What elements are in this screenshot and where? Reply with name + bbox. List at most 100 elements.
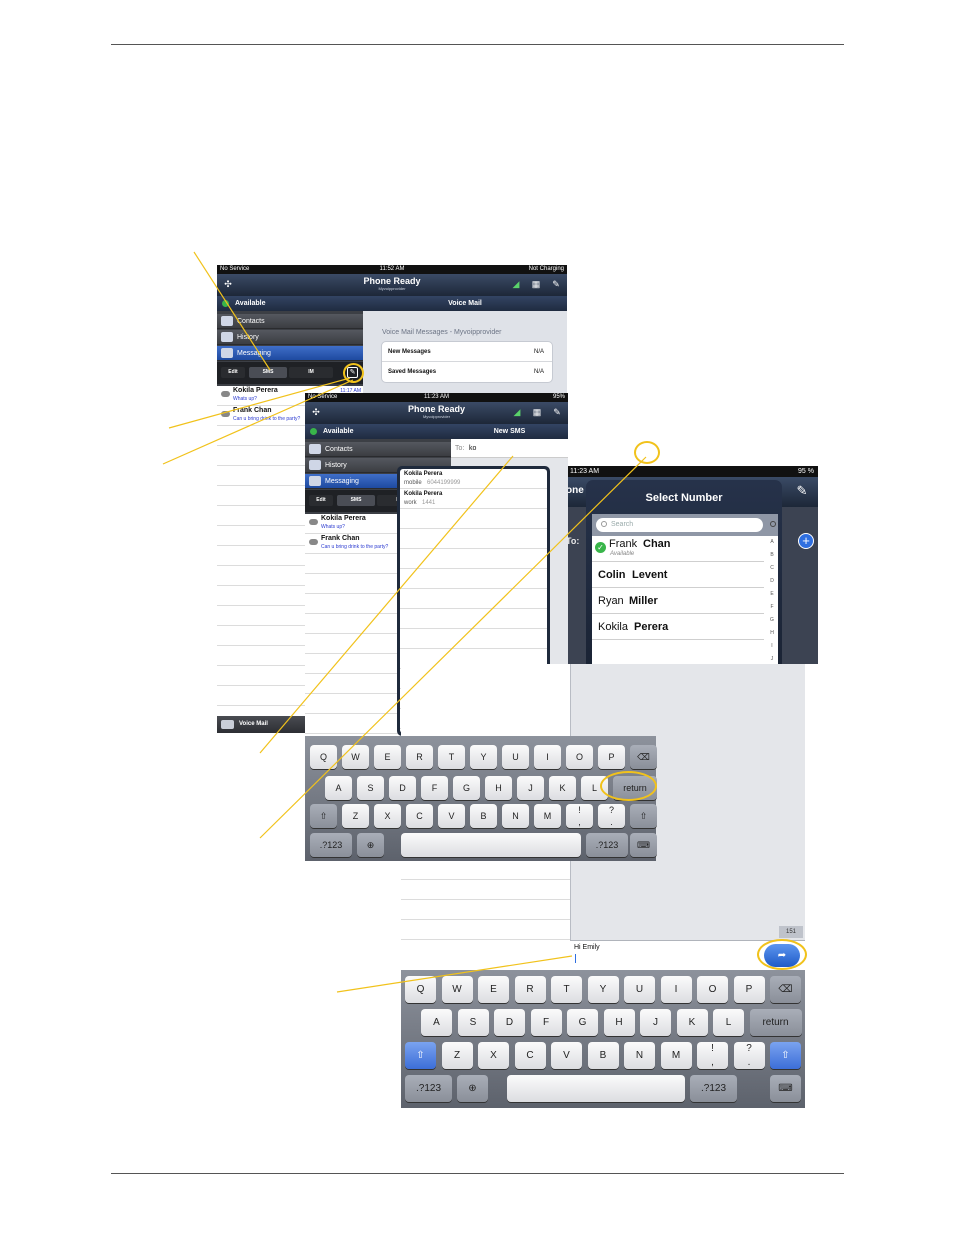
shift-right-key[interactable]: ⇧ bbox=[770, 1042, 801, 1069]
key-n[interactable]: N bbox=[624, 1042, 655, 1069]
key-z[interactable]: Z bbox=[441, 1042, 473, 1069]
suggestion-item[interactable]: Kokila Perera work 1441 bbox=[400, 489, 547, 509]
key-f[interactable]: F bbox=[421, 776, 448, 800]
keypad-icon[interactable]: ▦ bbox=[530, 405, 544, 419]
index-letter[interactable]: A bbox=[766, 536, 778, 549]
index-search-icon[interactable] bbox=[770, 521, 776, 527]
key-u[interactable]: U bbox=[624, 976, 655, 1003]
to-input[interactable]: ko bbox=[469, 439, 476, 458]
contact-row[interactable]: Kokila Perera bbox=[592, 614, 764, 640]
contact-row[interactable]: Ryan Miller bbox=[592, 588, 764, 614]
presence-bar[interactable]: Available bbox=[217, 296, 363, 311]
key-h[interactable]: H bbox=[485, 776, 512, 800]
numbers-right-key[interactable]: .?123 bbox=[586, 833, 628, 857]
return-key[interactable]: return bbox=[749, 1009, 802, 1036]
key-q[interactable]: Q bbox=[405, 976, 436, 1003]
backspace-key[interactable]: ⌫ bbox=[770, 976, 801, 1003]
tab-sms[interactable]: SMS bbox=[249, 367, 287, 378]
key-h[interactable]: H bbox=[603, 1009, 635, 1036]
numbers-right-key[interactable]: .?123 bbox=[690, 1075, 737, 1102]
key-p[interactable]: P bbox=[733, 976, 765, 1003]
backspace-key[interactable]: ⌫ bbox=[630, 745, 657, 769]
key-c[interactable]: C bbox=[514, 1042, 546, 1069]
space-key[interactable] bbox=[507, 1075, 685, 1102]
contact-row[interactable]: Colin Levent bbox=[592, 562, 764, 588]
suggestion-item[interactable]: Kokila Perera mobile 6044199999 bbox=[400, 469, 547, 489]
key-t[interactable]: T bbox=[551, 976, 582, 1003]
key-f[interactable]: F bbox=[530, 1009, 562, 1036]
key-i[interactable]: I bbox=[660, 976, 692, 1003]
key-a[interactable]: A bbox=[421, 1009, 452, 1036]
hide-keyboard-key[interactable]: ⌨ bbox=[630, 833, 657, 857]
alpha-index[interactable]: A B C D E F G H I J bbox=[766, 536, 778, 664]
hide-keyboard-key[interactable]: ⌨ bbox=[770, 1075, 801, 1102]
contact-row[interactable]: ✓ Frank Chan Available bbox=[592, 536, 764, 562]
key-o[interactable]: O bbox=[697, 976, 728, 1003]
tab-im[interactable]: IM bbox=[289, 367, 333, 378]
globe-key[interactable]: ⊕ bbox=[457, 1075, 488, 1102]
search-input[interactable]: Search bbox=[596, 518, 763, 532]
settings-wrench-icon[interactable]: ✎ bbox=[792, 483, 812, 501]
voicemail-row-new[interactable]: New Messages N/A bbox=[382, 342, 552, 362]
key-o[interactable]: O bbox=[566, 745, 593, 769]
key-y[interactable]: Y bbox=[470, 745, 497, 769]
key-k[interactable]: K bbox=[549, 776, 576, 800]
status-graph-icon[interactable]: ◢ bbox=[510, 405, 524, 419]
edit-button[interactable]: Edit bbox=[221, 367, 245, 378]
key-l[interactable]: L bbox=[713, 1009, 744, 1036]
tab-sms[interactable]: SMS bbox=[337, 495, 375, 506]
key-d[interactable]: D bbox=[494, 1009, 525, 1036]
space-key[interactable] bbox=[401, 833, 581, 857]
key-s[interactable]: S bbox=[357, 776, 384, 800]
key-b[interactable]: B bbox=[470, 804, 497, 828]
key-e[interactable]: E bbox=[374, 745, 401, 769]
index-letter[interactable]: D bbox=[766, 575, 778, 588]
shift-right-key[interactable]: ⇧ bbox=[630, 804, 657, 828]
sidebar-item-contacts[interactable]: Contacts bbox=[217, 314, 363, 329]
key-g[interactable]: G bbox=[567, 1009, 598, 1036]
key-q[interactable]: Q bbox=[310, 745, 337, 769]
settings-wrench-icon[interactable]: ✎ bbox=[550, 405, 564, 419]
edit-button[interactable]: Edit bbox=[309, 495, 333, 506]
add-recipient-icon[interactable]: + bbox=[798, 533, 814, 549]
index-letter[interactable]: B bbox=[766, 549, 778, 562]
index-letter[interactable]: C bbox=[766, 562, 778, 575]
sidebar-item-contacts[interactable]: Contacts bbox=[305, 442, 451, 457]
key-j[interactable]: J bbox=[517, 776, 544, 800]
sidebar-item-history[interactable]: History bbox=[217, 330, 363, 345]
sidebar-item-messaging[interactable]: Messaging bbox=[217, 346, 363, 361]
index-letter[interactable]: F bbox=[766, 601, 778, 614]
shift-left-key[interactable]: ⇧ bbox=[310, 804, 337, 828]
globe-key[interactable]: ⊕ bbox=[357, 833, 384, 857]
status-graph-icon[interactable]: ◢ bbox=[509, 277, 523, 291]
index-letter[interactable]: E bbox=[766, 588, 778, 601]
settings-wrench-icon[interactable]: ✎ bbox=[549, 277, 563, 291]
punct-question-key[interactable]: ?. bbox=[598, 804, 625, 828]
key-k[interactable]: K bbox=[676, 1009, 708, 1036]
shift-left-key[interactable]: ⇧ bbox=[405, 1042, 436, 1069]
keypad-icon[interactable]: ▦ bbox=[529, 277, 543, 291]
presence-bar[interactable]: Available bbox=[305, 424, 451, 439]
index-letter[interactable]: G bbox=[766, 614, 778, 627]
index-letter[interactable]: J bbox=[766, 653, 778, 664]
key-d[interactable]: D bbox=[389, 776, 416, 800]
key-t[interactable]: T bbox=[438, 745, 465, 769]
punct-exclaim-key[interactable]: !, bbox=[566, 804, 593, 828]
key-z[interactable]: Z bbox=[342, 804, 369, 828]
key-b[interactable]: B bbox=[587, 1042, 619, 1069]
index-letter[interactable]: H bbox=[766, 627, 778, 640]
key-j[interactable]: J bbox=[640, 1009, 671, 1036]
key-a[interactable]: A bbox=[325, 776, 352, 800]
punct-exclaim-key[interactable]: !, bbox=[697, 1042, 728, 1069]
key-x[interactable]: X bbox=[374, 804, 401, 828]
key-g[interactable]: G bbox=[453, 776, 480, 800]
numbers-left-key[interactable]: .?123 bbox=[310, 833, 352, 857]
key-i[interactable]: I bbox=[534, 745, 561, 769]
key-n[interactable]: N bbox=[502, 804, 529, 828]
index-letter[interactable]: I bbox=[766, 640, 778, 653]
punct-question-key[interactable]: ?. bbox=[733, 1042, 765, 1069]
key-s[interactable]: S bbox=[457, 1009, 489, 1036]
key-r[interactable]: R bbox=[514, 976, 546, 1003]
key-e[interactable]: E bbox=[478, 976, 509, 1003]
voicemail-row-saved[interactable]: Saved Messages N/A bbox=[382, 362, 552, 382]
